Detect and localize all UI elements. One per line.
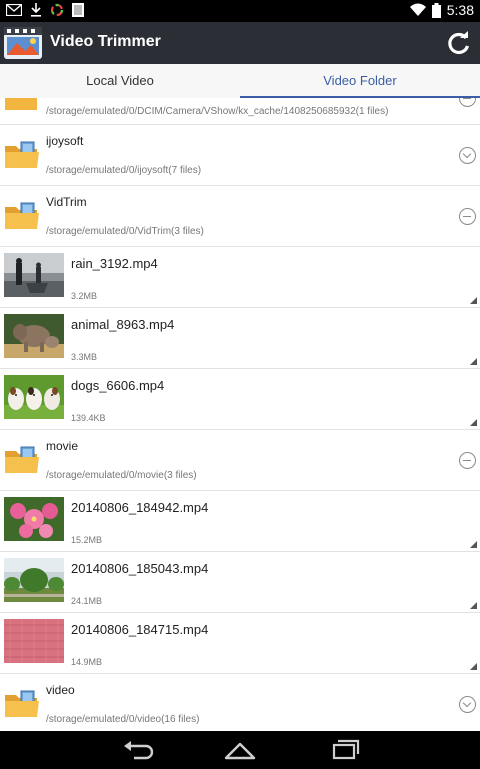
video-size: 15.2MB [71, 535, 103, 545]
video-size: 24.1MB [71, 596, 103, 606]
folder-icon [5, 690, 39, 717]
expand-icon[interactable] [459, 696, 476, 713]
home-icon[interactable] [222, 738, 258, 762]
corner-indicator-icon [470, 358, 477, 365]
corner-indicator-icon [470, 297, 477, 304]
folder-row-kx-cache[interactable]: /storage/emulated/0/DCIM/Camera/VShow/kx… [0, 98, 480, 125]
folder-path: /storage/emulated/0/movie(3 files) [46, 470, 197, 481]
folder-name: VidTrim [46, 195, 87, 209]
pink-wall-thumbnail [4, 619, 64, 663]
garden-thumbnail [4, 558, 64, 602]
video-size: 3.2MB [71, 291, 98, 301]
puppies-thumbnail [4, 375, 64, 419]
rain-thumbnail [4, 253, 64, 297]
wifi-icon [409, 3, 426, 16]
refresh-icon[interactable] [446, 30, 472, 56]
photo-icon [72, 3, 84, 17]
action-bar: Video Trimmer [0, 22, 480, 64]
video-name: 20140806_184942.mp4 [71, 500, 209, 515]
video-size: 14.9MB [71, 657, 103, 667]
folder-row-movie[interactable]: movie /storage/emulated/0/movie(3 files) [0, 430, 480, 491]
corner-indicator-icon [470, 602, 477, 609]
navigation-bar [0, 731, 480, 769]
video-row-20140806-184715[interactable]: 20140806_184715.mp4 14.9MB [0, 613, 480, 674]
video-row-20140806-185043[interactable]: 20140806_185043.mp4 24.1MB [0, 552, 480, 613]
elephants-thumbnail [4, 314, 64, 358]
video-row-20140806-184942[interactable]: 20140806_184942.mp4 15.2MB [0, 491, 480, 552]
folder-icon [5, 446, 39, 473]
clock: 5:38 [446, 2, 474, 18]
flowers-thumbnail [4, 497, 64, 541]
folder-row-vidtrim[interactable]: VidTrim /storage/emulated/0/VidTrim(3 fi… [0, 186, 480, 247]
folder-name: movie [46, 439, 79, 453]
app-title: Video Trimmer [50, 33, 161, 50]
video-size: 3.3MB [71, 352, 98, 362]
folder-path: /storage/emulated/0/ijoysoft(7 files) [46, 165, 202, 176]
folder-path: /storage/emulated/0/video(16 files) [46, 714, 200, 725]
app-logo-icon [4, 27, 42, 59]
battery-icon [431, 2, 441, 18]
folder-icon [5, 141, 39, 168]
corner-indicator-icon [470, 663, 477, 670]
gmail-icon [6, 4, 22, 16]
status-bar: 5:38 [0, 0, 480, 22]
folder-name: video [46, 683, 75, 697]
folder-name: ijoysoft [46, 134, 84, 148]
collapse-icon[interactable] [459, 98, 476, 107]
expand-icon[interactable] [459, 147, 476, 164]
collapse-icon[interactable] [459, 452, 476, 469]
video-name: dogs_6606.mp4 [71, 378, 165, 393]
sync-icon [50, 3, 64, 17]
video-row-animal[interactable]: animal_8963.mp4 3.3MB [0, 308, 480, 369]
corner-indicator-icon [470, 541, 477, 548]
video-name: 20140806_184715.mp4 [71, 622, 209, 637]
tab-bar: Local Video Video Folder [0, 64, 480, 99]
video-name: animal_8963.mp4 [71, 317, 175, 332]
video-row-dogs[interactable]: dogs_6606.mp4 139.4KB [0, 369, 480, 430]
folder-list: /storage/emulated/0/DCIM/Camera/VShow/kx… [0, 98, 480, 731]
video-name: 20140806_185043.mp4 [71, 561, 209, 576]
folder-icon [5, 98, 37, 110]
tab-local-video[interactable]: Local Video [0, 64, 240, 98]
folder-path: /storage/emulated/0/VidTrim(3 files) [46, 226, 204, 237]
folder-row-video[interactable]: video /storage/emulated/0/video(16 files… [0, 674, 480, 731]
folder-path: /storage/emulated/0/DCIM/Camera/VShow/kx… [46, 106, 389, 117]
tab-video-folder[interactable]: Video Folder [240, 64, 480, 99]
corner-indicator-icon [470, 419, 477, 426]
collapse-icon[interactable] [459, 208, 476, 225]
recents-icon[interactable] [326, 738, 362, 762]
folder-row-ijoysoft[interactable]: ijoysoft /storage/emulated/0/ijoysoft(7 … [0, 125, 480, 186]
video-size: 139.4KB [71, 413, 106, 423]
download-icon [31, 3, 41, 17]
folder-icon [5, 202, 39, 229]
back-icon[interactable] [120, 738, 156, 762]
video-row-rain[interactable]: rain_3192.mp4 3.2MB [0, 247, 480, 308]
video-name: rain_3192.mp4 [71, 256, 158, 271]
